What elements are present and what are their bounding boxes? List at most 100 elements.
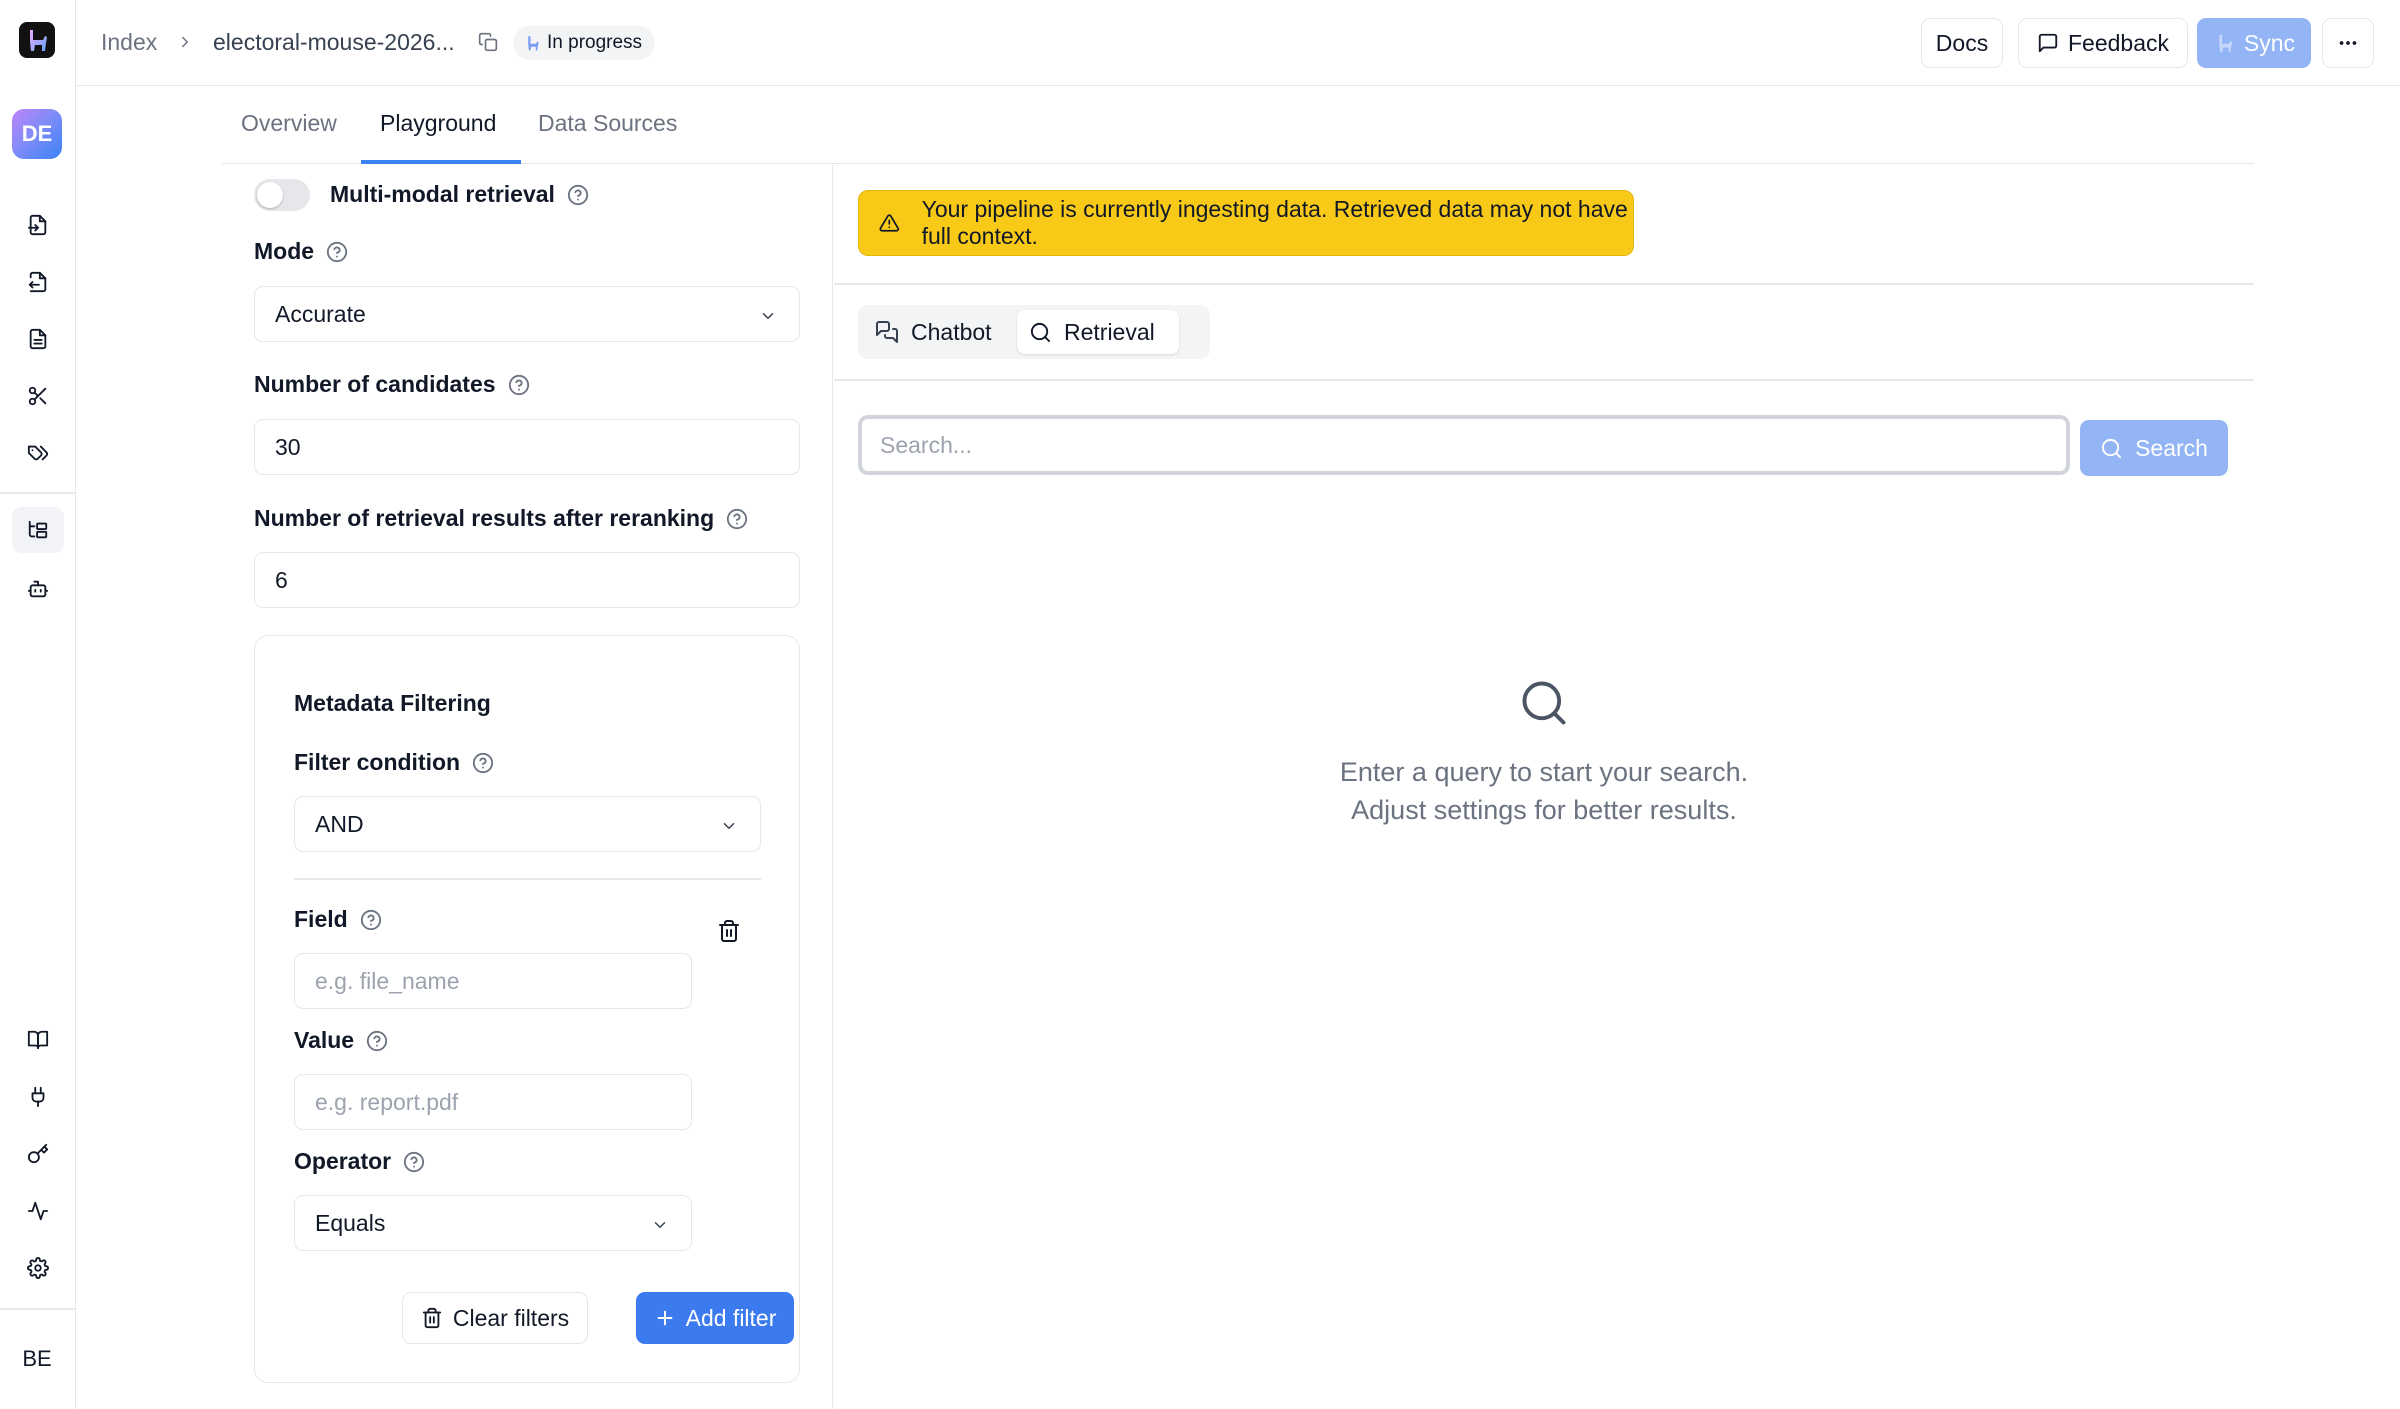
chevron-down-icon	[759, 307, 777, 325]
search-icon	[2101, 438, 2122, 458]
sync-button[interactable]: Sync	[2197, 18, 2311, 68]
value-input[interactable]: e.g. report.pdf	[294, 1074, 692, 1130]
document-icon[interactable]	[12, 316, 64, 362]
chatbot-mode-tab[interactable]: Chatbot	[863, 310, 1011, 354]
value-label: Value	[294, 1027, 355, 1053]
metadata-divider	[294, 878, 761, 880]
candidates-label: Number of candidates	[254, 371, 496, 397]
section-divider	[834, 379, 2254, 381]
field-label-row: Field	[294, 906, 382, 933]
field-input[interactable]: e.g. file_name	[294, 953, 692, 1009]
user-avatar[interactable]: BE	[12, 1336, 62, 1382]
chatbot-mode-label: Chatbot	[911, 318, 992, 345]
candidates-input[interactable]: 30	[254, 419, 800, 475]
playground-panel: Your pipeline is currently ingesting dat…	[834, 165, 2254, 1409]
operator-label-row: Operator	[294, 1148, 425, 1175]
delete-filter-trash-icon[interactable]	[717, 919, 741, 943]
filter-condition-label-row: Filter condition	[294, 749, 494, 776]
page-tabs: Overview Playground Data Sources	[222, 86, 2254, 164]
help-circle-icon[interactable]	[567, 184, 589, 206]
section-divider	[834, 283, 2254, 285]
file-import-icon[interactable]	[12, 202, 64, 248]
help-circle-icon[interactable]	[403, 1151, 425, 1173]
more-options-button[interactable]	[2322, 18, 2374, 68]
tags-icon[interactable]	[12, 430, 64, 476]
multimodal-toggle[interactable]	[254, 179, 310, 211]
feedback-button-label: Feedback	[2067, 29, 2169, 56]
ingesting-warning-banner: Your pipeline is currently ingesting dat…	[858, 190, 1634, 256]
filter-condition-value: AND	[315, 810, 364, 837]
status-badge: In progress	[513, 26, 656, 60]
breadcrumb-pipeline-name: electoral-mouse-2026...	[213, 29, 455, 55]
rerank-label: Number of retrieval results after rerank…	[254, 505, 715, 531]
field-label: Field	[294, 906, 348, 932]
plus-icon	[657, 1310, 673, 1326]
help-circle-icon[interactable]	[472, 752, 494, 774]
empty-state-search-icon	[1518, 677, 1570, 729]
app-logo-icon[interactable]	[19, 22, 55, 58]
bot-icon[interactable]	[12, 566, 64, 612]
book-open-icon[interactable]	[12, 1017, 64, 1063]
help-circle-icon[interactable]	[508, 374, 530, 396]
help-circle-icon[interactable]	[360, 909, 382, 931]
mode-select[interactable]: Accurate	[254, 286, 800, 342]
retrieval-mode-tab[interactable]: Retrieval	[1017, 310, 1179, 354]
help-circle-icon[interactable]	[326, 241, 348, 263]
help-circle-icon[interactable]	[726, 508, 748, 530]
key-icon[interactable]	[12, 1131, 64, 1177]
help-circle-icon[interactable]	[366, 1030, 388, 1052]
operator-select[interactable]: Equals	[294, 1195, 692, 1251]
llama-sync-icon	[2219, 34, 2233, 53]
add-filter-button[interactable]: Add filter	[636, 1292, 794, 1344]
settings-gear-icon[interactable]	[12, 1245, 64, 1291]
empty-state-line2: Adjust settings for better results.	[1351, 795, 1737, 825]
search-icon	[1030, 322, 1051, 342]
value-input-placeholder: e.g. report.pdf	[315, 1088, 459, 1115]
clear-filters-button[interactable]: Clear filters	[402, 1292, 588, 1344]
add-filter-label: Add filter	[685, 1304, 777, 1331]
retrieval-mode-label: Retrieval	[1064, 318, 1155, 345]
scissors-icon[interactable]	[12, 373, 64, 419]
docs-button[interactable]: Docs	[1921, 18, 2003, 68]
chevron-down-icon	[720, 817, 738, 835]
trash-icon	[422, 1307, 442, 1329]
left-rail: DE BE	[0, 0, 76, 1409]
docs-button-label: Docs	[1935, 29, 1989, 56]
playground-mode-switch: Chatbot Retrieval	[858, 305, 1210, 359]
copy-icon[interactable]	[478, 32, 498, 52]
search-button-label: Search	[2135, 434, 2208, 461]
mode-select-value: Accurate	[275, 300, 366, 327]
operator-select-value: Equals	[315, 1209, 386, 1236]
retrieval-search-input[interactable]	[858, 415, 2070, 475]
candidates-input-value: 30	[275, 433, 301, 460]
llama-status-icon	[528, 36, 539, 51]
filter-condition-label: Filter condition	[294, 749, 461, 775]
search-button[interactable]: Search	[2080, 420, 2228, 476]
rail-divider	[0, 1308, 75, 1310]
feedback-button[interactable]: Feedback	[2018, 18, 2188, 68]
rail-divider	[0, 492, 75, 494]
rerank-input[interactable]: 6	[254, 552, 800, 608]
sync-button-label: Sync	[2243, 29, 2296, 56]
operator-label: Operator	[294, 1148, 392, 1174]
message-square-icon	[2038, 33, 2058, 53]
retrieval-settings-panel: Multi-modal retrieval Mode Accurate Numb…	[222, 165, 833, 1409]
clear-filters-label: Clear filters	[452, 1304, 570, 1331]
messages-icon	[876, 321, 898, 343]
workspace-avatar[interactable]: DE	[12, 109, 62, 159]
tab-data-sources[interactable]: Data Sources	[538, 110, 677, 137]
activity-icon[interactable]	[12, 1188, 64, 1234]
filter-condition-select[interactable]: AND	[294, 796, 761, 852]
tab-overview[interactable]: Overview	[241, 110, 337, 137]
tab-playground[interactable]: Playground	[380, 110, 496, 137]
multimodal-label-row: Multi-modal retrieval	[330, 181, 589, 208]
file-export-icon[interactable]	[12, 259, 64, 305]
index-tree-icon[interactable]	[12, 507, 64, 553]
breadcrumb-index-link[interactable]: Index	[101, 29, 157, 56]
chevron-right-icon	[176, 33, 194, 51]
multimodal-label: Multi-modal retrieval	[330, 181, 555, 207]
chevron-down-icon	[651, 1216, 669, 1234]
plug-icon[interactable]	[12, 1074, 64, 1120]
metadata-filtering-title: Metadata Filtering	[294, 690, 491, 716]
alert-triangle-icon	[879, 214, 900, 232]
